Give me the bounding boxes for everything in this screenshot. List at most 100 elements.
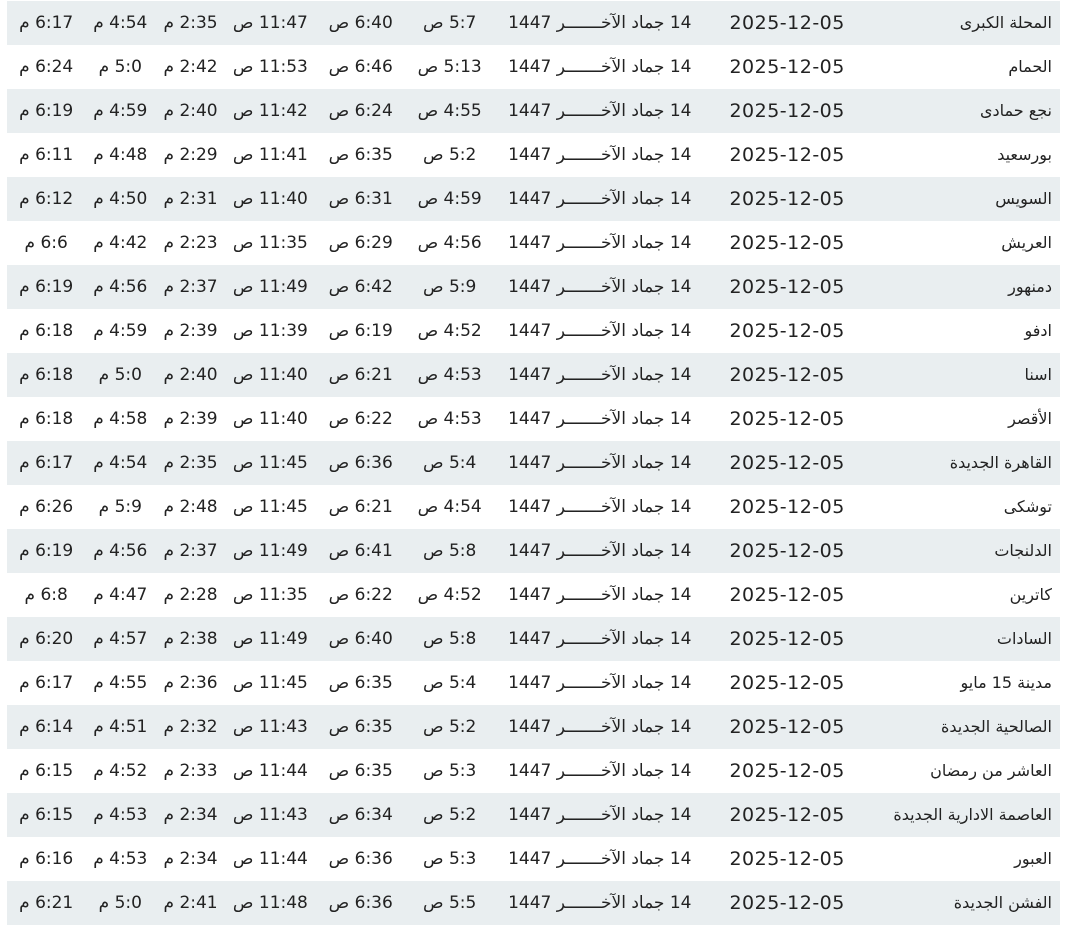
dhuhr-time-cell: 11:39 ص: [232, 321, 308, 341]
isha-time-cell: 6:18 م: [19, 409, 74, 429]
city-cell[interactable]: العاصمة الادارية الجديدة: [867, 793, 1060, 837]
fajr-time-cell: 5:5 ص: [423, 893, 477, 913]
gregorian-date-cell: 2025-12-05: [729, 540, 845, 562]
asr-time-cell: 2:36 م: [163, 673, 218, 693]
asr-time-cell: 2:48 م: [163, 497, 218, 517]
maghrib-time-cell: 4:54 م: [93, 453, 148, 473]
sunrise-time-cell: 6:36 ص: [328, 893, 393, 913]
fajr-time-cell: 5:3 ص: [423, 761, 477, 781]
gregorian-date-cell: 2025-12-05: [729, 628, 845, 650]
isha-time-cell: 6:11 م: [19, 145, 74, 165]
prayer-times-table: المحلة الكبرى 2025-12-05 14 جماد الآخـــ…: [7, 0, 1060, 925]
city-cell[interactable]: ادفو: [867, 309, 1060, 353]
asr-time-cell: 2:39 م: [163, 321, 218, 341]
city-cell[interactable]: العبور: [867, 837, 1060, 881]
city-cell[interactable]: العاشر من رمضان: [867, 749, 1060, 793]
gregorian-date-cell: 2025-12-05: [729, 672, 845, 694]
maghrib-time-cell: 4:50 م: [93, 189, 148, 209]
city-cell[interactable]: الفشن الجديدة: [867, 881, 1060, 925]
city-cell[interactable]: العريش: [867, 221, 1060, 265]
maghrib-time-cell: 4:55 م: [93, 673, 148, 693]
sunrise-time-cell: 6:40 ص: [328, 629, 393, 649]
hijri-date-cell: 14 جماد الآخـــــــر 1447: [508, 101, 692, 121]
hijri-date-cell: 14 جماد الآخـــــــر 1447: [508, 673, 692, 693]
gregorian-date-cell: 2025-12-05: [729, 760, 845, 782]
hijri-date-cell: 14 جماد الآخـــــــر 1447: [508, 409, 692, 429]
dhuhr-time-cell: 11:44 ص: [232, 849, 308, 869]
asr-time-cell: 2:37 م: [163, 541, 218, 561]
dhuhr-time-cell: 11:47 ص: [232, 13, 308, 33]
dhuhr-time-cell: 11:35 ص: [232, 585, 308, 605]
dhuhr-time-cell: 11:44 ص: [232, 761, 308, 781]
city-cell[interactable]: القاهرة الجديدة: [867, 441, 1060, 485]
fajr-time-cell: 5:8 ص: [423, 541, 477, 561]
gregorian-date-cell: 2025-12-05: [729, 848, 845, 870]
gregorian-date-cell: 2025-12-05: [729, 100, 845, 122]
sunrise-time-cell: 6:35 ص: [328, 761, 393, 781]
city-cell[interactable]: بورسعيد: [867, 133, 1060, 177]
dhuhr-time-cell: 11:40 ص: [232, 365, 308, 385]
city-cell[interactable]: اسنا: [867, 353, 1060, 397]
maghrib-time-cell: 4:53 م: [93, 849, 148, 869]
hijri-date-cell: 14 جماد الآخـــــــر 1447: [508, 585, 692, 605]
city-cell[interactable]: كاترين: [867, 573, 1060, 617]
isha-time-cell: 6:19 م: [19, 101, 74, 121]
city-cell[interactable]: الأقصر: [867, 397, 1060, 441]
sunrise-time-cell: 6:19 ص: [328, 321, 393, 341]
dhuhr-time-cell: 11:45 ص: [232, 497, 308, 517]
city-cell[interactable]: دمنهور: [867, 265, 1060, 309]
hijri-date-cell: 14 جماد الآخـــــــر 1447: [508, 453, 692, 473]
city-cell[interactable]: السادات: [867, 617, 1060, 661]
maghrib-time-cell: 5:0 م: [98, 57, 142, 77]
maghrib-time-cell: 5:0 م: [98, 893, 142, 913]
hijri-date-cell: 14 جماد الآخـــــــر 1447: [508, 145, 692, 165]
dhuhr-time-cell: 11:35 ص: [232, 233, 308, 253]
dhuhr-time-cell: 11:45 ص: [232, 453, 308, 473]
asr-time-cell: 2:41 م: [163, 893, 218, 913]
city-cell[interactable]: الحمام: [867, 45, 1060, 89]
isha-time-cell: 6:17 م: [19, 13, 74, 33]
dhuhr-time-cell: 11:40 ص: [232, 409, 308, 429]
hijri-date-cell: 14 جماد الآخـــــــر 1447: [508, 13, 692, 33]
city-cell[interactable]: نجع حمادى: [867, 89, 1060, 133]
asr-time-cell: 2:40 م: [163, 101, 218, 121]
table-row: الفشن الجديدة 2025-12-05 14 جماد الآخـــ…: [7, 881, 1060, 925]
city-cell[interactable]: مدينة 15 مايو: [867, 661, 1060, 705]
gregorian-date-cell: 2025-12-05: [729, 144, 845, 166]
sunrise-time-cell: 6:41 ص: [328, 541, 393, 561]
sunrise-time-cell: 6:22 ص: [328, 409, 393, 429]
city-cell[interactable]: السويس: [867, 177, 1060, 221]
dhuhr-time-cell: 11:42 ص: [232, 101, 308, 121]
asr-time-cell: 2:34 م: [163, 805, 218, 825]
table-row: الصالحية الجديدة 2025-12-05 14 جماد الآخ…: [7, 705, 1060, 749]
isha-time-cell: 6:8 م: [24, 585, 68, 605]
fajr-time-cell: 5:2 ص: [423, 145, 477, 165]
table-row: العاصمة الادارية الجديدة 2025-12-05 14 ج…: [7, 793, 1060, 837]
city-cell[interactable]: المحلة الكبرى: [867, 1, 1060, 45]
maghrib-time-cell: 4:51 م: [93, 717, 148, 737]
sunrise-time-cell: 6:36 ص: [328, 849, 393, 869]
dhuhr-time-cell: 11:49 ص: [232, 277, 308, 297]
asr-time-cell: 2:35 م: [163, 453, 218, 473]
fajr-time-cell: 5:3 ص: [423, 849, 477, 869]
maghrib-time-cell: 5:9 م: [98, 497, 142, 517]
dhuhr-time-cell: 11:53 ص: [232, 57, 308, 77]
city-cell[interactable]: الدلنجات: [867, 529, 1060, 573]
maghrib-time-cell: 4:59 م: [93, 101, 148, 121]
table-row: كاترين 2025-12-05 14 جماد الآخـــــــر 1…: [7, 573, 1060, 617]
asr-time-cell: 2:38 م: [163, 629, 218, 649]
gregorian-date-cell: 2025-12-05: [729, 188, 845, 210]
asr-time-cell: 2:31 م: [163, 189, 218, 209]
fajr-time-cell: 4:59 ص: [417, 189, 482, 209]
city-cell[interactable]: الصالحية الجديدة: [867, 705, 1060, 749]
maghrib-time-cell: 4:47 م: [93, 585, 148, 605]
table-row: السويس 2025-12-05 14 جماد الآخـــــــر 1…: [7, 177, 1060, 221]
isha-time-cell: 6:19 م: [19, 541, 74, 561]
dhuhr-time-cell: 11:49 ص: [232, 541, 308, 561]
city-cell[interactable]: توشكى: [867, 485, 1060, 529]
isha-time-cell: 6:17 م: [19, 453, 74, 473]
isha-time-cell: 6:19 م: [19, 277, 74, 297]
table-row: الأقصر 2025-12-05 14 جماد الآخـــــــر 1…: [7, 397, 1060, 441]
isha-time-cell: 6:15 م: [19, 805, 74, 825]
isha-time-cell: 6:20 م: [19, 629, 74, 649]
